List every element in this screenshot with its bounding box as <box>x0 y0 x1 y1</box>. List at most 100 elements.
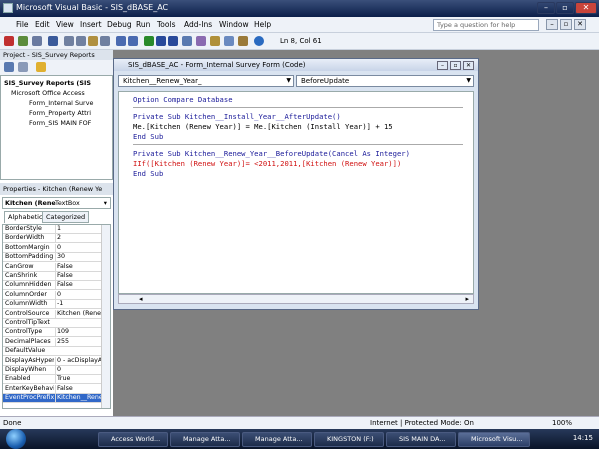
property-value[interactable]: -1 <box>55 300 101 309</box>
property-row[interactable]: ControlSource Kitchen (Rene <box>3 309 101 319</box>
property-value[interactable]: False <box>55 272 101 280</box>
menu-run[interactable]: Run <box>136 20 150 29</box>
property-row[interactable]: CanShrink False <box>3 272 101 281</box>
menu-edit[interactable]: Edit <box>35 20 50 29</box>
tree-node-form-property[interactable]: Form_Property Attri <box>29 109 112 117</box>
ask-question-input[interactable]: Type a question for help <box>433 19 539 31</box>
property-value[interactable]: 1 <box>55 225 101 233</box>
task-access-world[interactable]: Access World... <box>98 432 168 447</box>
reset-icon[interactable] <box>168 36 178 46</box>
property-row[interactable]: ColumnWidth -1 <box>3 300 101 310</box>
menu-insert[interactable]: Insert <box>80 20 102 29</box>
doc-close-button[interactable]: ✕ <box>574 19 586 30</box>
property-grid-scrollbar[interactable] <box>101 225 110 408</box>
tree-node-form-internal[interactable]: Form_Internal Surve <box>29 99 112 107</box>
cut-icon[interactable] <box>64 36 74 46</box>
property-value[interactable]: False <box>55 262 101 271</box>
menu-window[interactable]: Window <box>219 20 249 29</box>
object-selector[interactable]: Kitchen (Rene TextBox ▾ <box>2 197 111 209</box>
property-value[interactable]: 2 <box>55 234 101 243</box>
property-value[interactable]: 0 <box>55 290 101 299</box>
property-value[interactable]: 30 <box>55 253 101 262</box>
view-code-icon[interactable] <box>4 62 14 72</box>
property-row[interactable]: DecimalPlaces 255 <box>3 337 101 347</box>
property-value[interactable]: 255 <box>55 337 101 346</box>
code-close-button[interactable]: ✕ <box>463 61 474 70</box>
task-kingston[interactable]: KINGSTON (F:) <box>314 432 384 447</box>
property-row[interactable]: EventProcPrefix Kitchen__Rene <box>3 394 101 404</box>
property-value[interactable]: Kitchen (Rene <box>55 309 101 318</box>
property-row[interactable]: BottomPadding 30 <box>3 253 101 263</box>
menu-add-ins[interactable]: Add-Ins <box>184 20 212 29</box>
menu-tools[interactable]: Tools <box>157 20 175 29</box>
property-value[interactable]: Kitchen__Rene <box>55 394 101 403</box>
view-object-icon[interactable] <box>18 62 28 72</box>
object-browser-icon[interactable] <box>224 36 234 46</box>
maximize-button[interactable]: ▫ <box>556 2 574 14</box>
scroll-left-icon[interactable]: ◂ <box>139 295 143 303</box>
toggle-folders-icon[interactable] <box>36 62 46 72</box>
tab-alphabetic[interactable]: Alphabetic <box>4 211 47 223</box>
property-row[interactable]: DefaultValue <box>3 347 101 357</box>
find-icon[interactable] <box>100 36 110 46</box>
property-value[interactable]: 0 <box>55 366 101 374</box>
tree-node-project[interactable]: SIS_Survey Reports (SIS <box>4 79 112 87</box>
property-row[interactable]: ColumnHidden False <box>3 281 101 291</box>
paste-icon[interactable] <box>88 36 98 46</box>
tree-node-form-sis-main[interactable]: Form_SIS MAIN FOF <box>29 119 112 127</box>
property-row[interactable]: BottomMargin 0 <box>3 243 101 253</box>
property-value[interactable]: 0 - acDisplayA <box>55 356 101 365</box>
properties-window-icon[interactable] <box>210 36 220 46</box>
property-row[interactable]: Enabled True <box>3 375 101 385</box>
property-row[interactable]: ControlTipText <box>3 319 101 328</box>
doc-restore-button[interactable]: ▫ <box>560 19 572 30</box>
task-manage-atta-1[interactable]: Manage Atta... <box>170 432 240 447</box>
save-icon[interactable] <box>48 36 58 46</box>
tab-categorized[interactable]: Categorized <box>42 211 90 223</box>
property-value[interactable]: False <box>55 384 101 393</box>
code-maximize-button[interactable]: ▫ <box>450 61 461 70</box>
task-microsoft-visual-basic[interactable]: Microsoft Visu... <box>458 432 530 447</box>
menu-help[interactable]: Help <box>254 20 271 29</box>
dropdown-arrow-icon[interactable] <box>32 36 42 46</box>
code-minimize-button[interactable]: – <box>437 61 448 70</box>
undo-icon[interactable] <box>116 36 126 46</box>
clock[interactable]: 14:15 <box>573 434 593 442</box>
vb-app-icon[interactable] <box>3 3 13 13</box>
property-row[interactable]: ControlType 109 <box>3 328 101 338</box>
toolbox-icon[interactable] <box>238 36 248 46</box>
property-value[interactable]: 109 <box>55 328 101 337</box>
task-manage-atta-2[interactable]: Manage Atta... <box>242 432 312 447</box>
code-editor[interactable]: Option Compare Database Private Sub Kitc… <box>118 91 474 294</box>
redo-icon[interactable] <box>128 36 138 46</box>
zoom-level[interactable]: 100% <box>552 417 572 429</box>
property-value[interactable]: True <box>55 375 101 384</box>
object-combo[interactable]: Kitchen__Renew_Year_ ▼ <box>118 75 294 87</box>
property-row[interactable]: DisplayWhen 0 <box>3 366 101 375</box>
property-row[interactable]: BorderStyle 1 <box>3 225 101 234</box>
tree-node-access-objects[interactable]: Microsoft Office Access <box>11 89 111 97</box>
property-value[interactable]: False <box>55 281 101 290</box>
start-button[interactable] <box>6 429 26 449</box>
property-row[interactable]: BorderWidth 2 <box>3 234 101 244</box>
break-icon[interactable] <box>156 36 166 46</box>
minimize-button[interactable]: – <box>537 2 555 14</box>
close-button[interactable]: ✕ <box>575 2 597 14</box>
scroll-right-icon[interactable]: ▸ <box>465 295 469 303</box>
doc-minimize-button[interactable]: – <box>546 19 558 30</box>
project-explorer-icon[interactable] <box>196 36 206 46</box>
design-mode-icon[interactable] <box>182 36 192 46</box>
property-value[interactable]: 0 <box>55 243 101 252</box>
property-row[interactable]: CanGrow False <box>3 262 101 272</box>
copy-icon[interactable] <box>76 36 86 46</box>
task-sis-main[interactable]: SIS MAIN DA... <box>386 432 456 447</box>
view-access-icon[interactable] <box>4 36 14 46</box>
property-row[interactable]: ColumnOrder 0 <box>3 290 101 300</box>
property-row[interactable]: DisplayAsHyperl 0 - acDisplayA <box>3 356 101 366</box>
insert-module-icon[interactable] <box>18 36 28 46</box>
property-row[interactable]: EnterKeyBehavi False <box>3 384 101 394</box>
menu-view[interactable]: View <box>56 20 74 29</box>
menu-debug[interactable]: Debug <box>107 20 132 29</box>
run-icon[interactable] <box>144 36 154 46</box>
help-icon[interactable] <box>254 36 264 46</box>
